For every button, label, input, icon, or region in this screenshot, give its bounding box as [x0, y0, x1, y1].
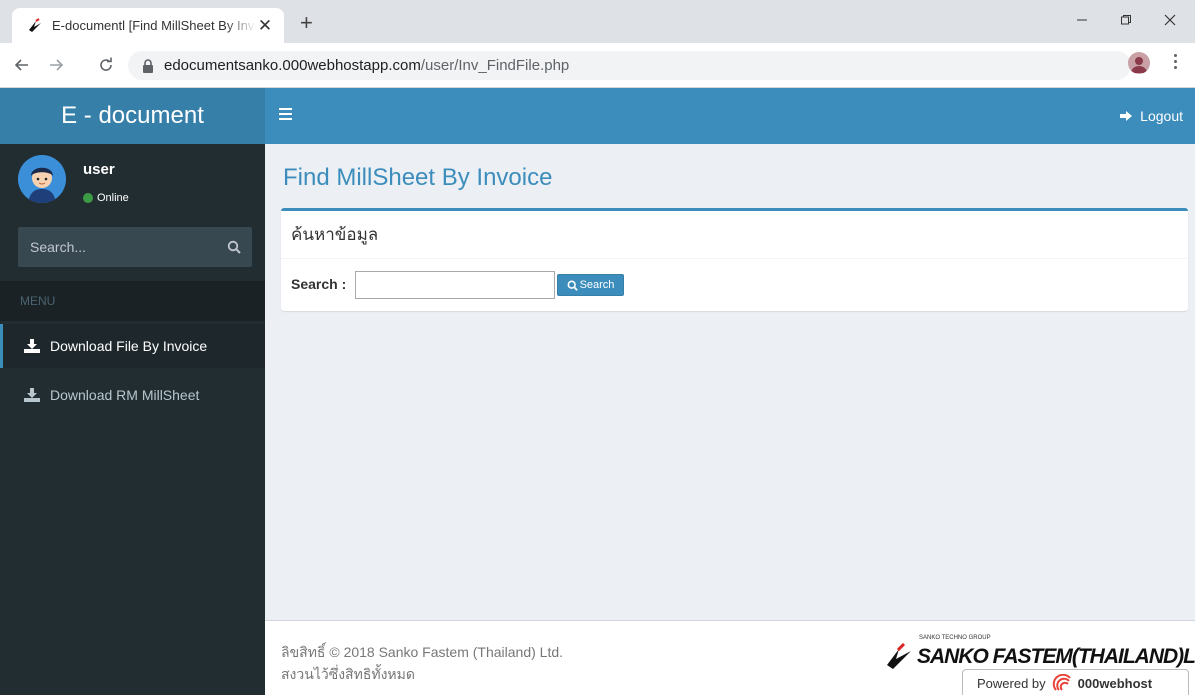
top-navbar: Logout: [265, 88, 1195, 144]
address-bar[interactable]: edocumentsanko.000webhostapp.com/user/In…: [128, 51, 1131, 80]
sanko-favicon-icon: [26, 17, 44, 35]
sanko-logo-icon: [887, 643, 911, 669]
forward-icon[interactable]: [44, 53, 68, 77]
sidebar-toggle-icon[interactable]: [279, 108, 292, 120]
menu-header: MENU: [0, 281, 265, 321]
app-logo[interactable]: E - document: [0, 88, 265, 144]
box-title: ค้นหาข้อมูล: [291, 225, 379, 244]
footer: ลิขสิทธิ์ © 2018 Sanko Fastem (Thailand)…: [265, 620, 1195, 695]
sidebar: user Online MENU Download File By Invoic…: [0, 144, 265, 695]
page-title: Find MillSheet By Invoice: [283, 164, 553, 191]
browser-menu-icon[interactable]: [1172, 54, 1178, 69]
sign-out-icon: [1120, 111, 1133, 121]
copyright-line-1: ลิขสิทธิ์ © 2018 Sanko Fastem (Thailand)…: [281, 644, 564, 660]
search-button-label: Search: [579, 279, 615, 291]
tab-close-icon[interactable]: ✕: [256, 16, 274, 36]
user-status-label: Online: [97, 192, 129, 204]
avatar: [18, 155, 66, 203]
restore-icon[interactable]: [1106, 6, 1146, 34]
search-box: ค้นหาข้อมูล Search : Search: [281, 208, 1188, 311]
powered-by-badge[interactable]: Powered by 000webhost: [962, 669, 1189, 695]
box-divider: [281, 258, 1188, 259]
minimize-icon[interactable]: [1062, 6, 1102, 34]
window-close-icon[interactable]: [1150, 6, 1190, 34]
000webhost-logo-icon: [1052, 674, 1071, 691]
download-icon: [24, 388, 40, 402]
logout-link[interactable]: Logout: [1120, 88, 1183, 144]
online-status-icon: [83, 193, 93, 203]
sidebar-item-download-rm-millsheet[interactable]: Download RM MillSheet: [0, 373, 265, 417]
download-icon: [24, 339, 40, 353]
new-tab-button[interactable]: +: [300, 12, 313, 34]
sidebar-item-label: Download File By Invoice: [50, 338, 208, 354]
invoice-search-input[interactable]: [355, 271, 555, 299]
tab-title: E-documentl [Find MillSheet By Invoice]: [52, 18, 256, 33]
back-icon[interactable]: [10, 53, 34, 77]
user-status: Online: [83, 192, 129, 204]
sidebar-item-download-file-by-invoice[interactable]: Download File By Invoice: [0, 324, 265, 368]
copyright: ลิขสิทธิ์ © 2018 Sanko Fastem (Thailand)…: [281, 641, 563, 685]
main-content: Find MillSheet By Invoice ค้นหาข้อมูล Se…: [265, 144, 1195, 620]
profile-avatar-icon[interactable]: [1128, 52, 1150, 74]
sanko-group-text: SANKO TECHNO GROUP: [919, 635, 991, 641]
lock-icon: [143, 58, 153, 73]
powered-by-label: Powered by: [977, 675, 1046, 691]
search-icon[interactable]: [216, 227, 252, 267]
user-panel: user Online: [0, 144, 265, 214]
url-text: edocumentsanko.000webhostapp.com/user/In…: [164, 57, 570, 74]
sidebar-item-label: Download RM MillSheet: [50, 387, 200, 403]
browser-tab[interactable]: E-documentl [Find MillSheet By Invoice] …: [12, 8, 284, 43]
search-label: Search :: [291, 276, 347, 292]
sanko-company-logo: SANKO TECHNO GROUP SANKO FASTEM(THAILAND…: [885, 635, 1195, 669]
sidebar-search: [18, 227, 252, 267]
logout-label: Logout: [1140, 108, 1183, 124]
webhost-name: 000webhost: [1077, 675, 1153, 691]
browser-toolbar: edocumentsanko.000webhostapp.com/user/In…: [0, 43, 1195, 88]
reload-icon[interactable]: [94, 53, 118, 77]
copyright-line-2: สงวนไว้ซึ่งสิทธิทั้งหมด: [281, 666, 415, 682]
search-icon: [567, 280, 578, 291]
sidebar-search-input[interactable]: [18, 227, 216, 267]
browser-tab-bar: E-documentl [Find MillSheet By Invoice] …: [0, 0, 1195, 43]
user-name: user: [83, 161, 115, 178]
sanko-logo-text: SANKO FASTEM(THAILAND)LTD.: [917, 645, 1195, 668]
search-button[interactable]: Search: [557, 274, 624, 296]
